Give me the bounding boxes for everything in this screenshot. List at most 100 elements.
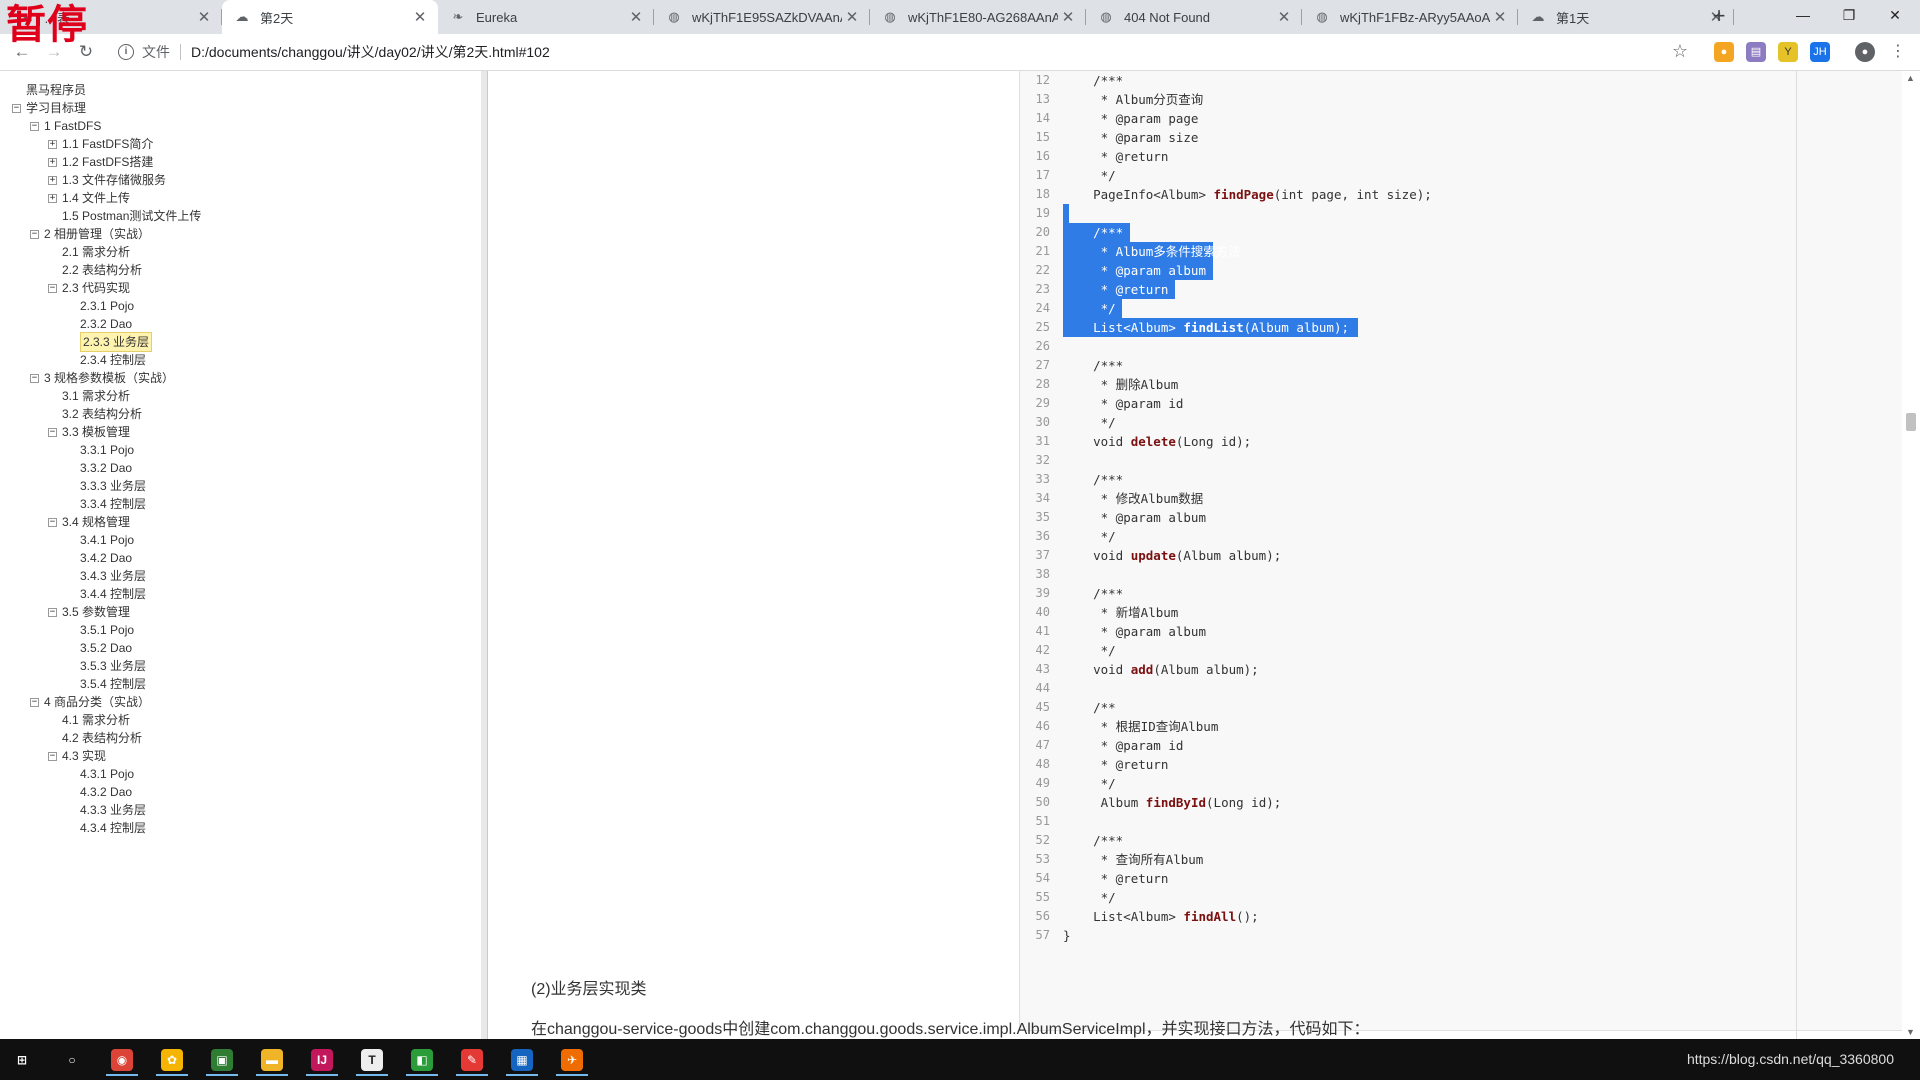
tab-close-icon[interactable]: ✕ [842, 8, 862, 26]
toc-item[interactable]: 3.5.2 Dao [66, 639, 132, 657]
tab-close-icon[interactable]: ✕ [1274, 8, 1294, 26]
toc-item[interactable]: +1.4 文件上传 [48, 189, 130, 207]
toc-item[interactable]: 2.3.3 业务层 [66, 332, 153, 352]
code-text[interactable]: * @return [1063, 147, 1169, 166]
code-text[interactable]: */ [1063, 527, 1116, 546]
new-tab-button[interactable]: + [1707, 5, 1731, 29]
code-text[interactable]: /*** [1063, 470, 1123, 489]
toc-item[interactable]: 3.5.1 Pojo [66, 621, 134, 639]
code-text[interactable]: /*** [1063, 584, 1123, 603]
expand-icon[interactable]: + [48, 175, 57, 185]
collapse-icon[interactable]: − [30, 373, 39, 383]
code-text[interactable]: * @param album [1063, 261, 1206, 280]
code-text[interactable]: Album findById(Long id); [1063, 793, 1282, 812]
browser-tab[interactable]: ◍ wKjThF1E95SAZkDVAAnA ✕ [654, 0, 870, 34]
code-text[interactable]: * Album多条件搜索方法 [1063, 242, 1241, 261]
browser-tab[interactable]: ◍ wKjThF1E80-AG268AAnA ✕ [870, 0, 1086, 34]
menu-kebab-icon[interactable]: ⋮ [1888, 42, 1908, 62]
tab-close-icon[interactable]: ✕ [194, 8, 214, 26]
minimize-button[interactable]: — [1780, 0, 1826, 30]
code-text[interactable]: /** [1063, 698, 1116, 717]
code-text[interactable]: * 根据ID查询Album [1063, 717, 1219, 736]
toc-item[interactable]: 3.1 需求分析 [48, 387, 130, 405]
code-text[interactable]: * @return [1063, 755, 1169, 774]
toc-item[interactable]: +1.2 FastDFS搭建 [48, 153, 153, 171]
green-app-taskbar-button[interactable]: ◧ [402, 1043, 442, 1076]
code-text[interactable]: * 修改Album数据 [1063, 489, 1204, 508]
tab-close-icon[interactable]: ✕ [1490, 8, 1510, 26]
scroll-down-arrow-icon[interactable]: ▼ [1906, 1027, 1915, 1037]
url-text[interactable]: D:/documents/changgou/讲义/day02/讲义/第2天.ht… [191, 42, 550, 62]
browser-tab[interactable]: ❧ Eureka ✕ [438, 0, 654, 34]
code-text[interactable]: void delete(Long id); [1063, 432, 1251, 451]
file-explorer-taskbar-button[interactable]: ▬ [252, 1043, 292, 1076]
toc-item[interactable]: 4.1 需求分析 [48, 711, 130, 729]
toc-item[interactable]: −1 FastDFS [30, 117, 101, 135]
toc-item[interactable]: −4.3 实现 [48, 747, 106, 765]
code-text[interactable]: */ [1063, 413, 1116, 432]
info-icon[interactable]: i [118, 44, 134, 60]
code-text[interactable]: * 新增Album [1063, 603, 1179, 622]
browser-tab[interactable]: ◍ 404 Not Found ✕ [1086, 0, 1302, 34]
code-text[interactable]: */ [1063, 774, 1116, 793]
toc-item[interactable]: 1.5 Postman测试文件上传 [48, 207, 201, 225]
code-text[interactable]: * 查询所有Album [1063, 850, 1204, 869]
code-text[interactable]: */ [1063, 641, 1116, 660]
browser-tab[interactable]: ☁ 第1天 ✕ [1518, 0, 1734, 34]
code-text[interactable]: void add(Album album); [1063, 660, 1259, 679]
tab-close-icon[interactable]: ✕ [410, 8, 430, 26]
toc-item[interactable]: +1.1 FastDFS简介 [48, 135, 153, 153]
toc-item[interactable]: −3.3 模板管理 [48, 423, 130, 441]
extension-2-icon[interactable]: ▤ [1746, 42, 1766, 62]
collapse-icon[interactable]: − [12, 103, 21, 113]
code-text[interactable]: /*** [1063, 831, 1123, 850]
toc-item[interactable]: 3.4.1 Pojo [66, 531, 134, 549]
code-text[interactable]: * Album分页查询 [1063, 90, 1204, 109]
expand-icon[interactable]: + [48, 193, 57, 203]
toc-item[interactable]: 3.3.2 Dao [66, 459, 132, 477]
profile-avatar-icon[interactable]: ● [1855, 42, 1875, 62]
toc-item[interactable]: 3.3.3 业务层 [66, 477, 146, 495]
toc-item[interactable]: 4.3.2 Dao [66, 783, 132, 801]
toc-item[interactable]: +1.3 文件存储微服务 [48, 171, 166, 189]
toc-item[interactable]: 2.2 表结构分析 [48, 261, 142, 279]
code-text[interactable]: * @param album [1063, 508, 1206, 527]
expand-icon[interactable]: + [48, 139, 57, 149]
collapse-icon[interactable]: − [30, 121, 39, 131]
code-text[interactable]: * @return [1063, 869, 1169, 888]
collapse-icon[interactable]: − [48, 751, 57, 761]
code-text[interactable]: PageInfo<Album> findPage(int page, int s… [1063, 185, 1432, 204]
bookmark-star-icon[interactable]: ☆ [1672, 41, 1688, 62]
intellij-idea-taskbar-button[interactable]: IJ [302, 1043, 342, 1076]
code-text[interactable]: * @return [1063, 280, 1169, 299]
screenshot-tool-taskbar-button[interactable]: ▣ [202, 1043, 242, 1076]
code-text[interactable]: */ [1063, 166, 1116, 185]
sidebar-splitter[interactable] [481, 71, 488, 1039]
toc-item[interactable]: 3.4.4 控制层 [66, 585, 146, 603]
windows-start-taskbar-button[interactable]: ⊞ [2, 1043, 42, 1076]
browser-tab[interactable]: ☁ 第2天 ✕ [222, 0, 438, 34]
toc-item[interactable]: 3.3.4 控制层 [66, 495, 146, 513]
toc-item[interactable]: −3.4 规格管理 [48, 513, 130, 531]
toc-item[interactable]: 黑马程序员 [12, 81, 86, 99]
code-text[interactable]: void update(Album album); [1063, 546, 1281, 565]
scroll-thumb[interactable] [1906, 413, 1916, 431]
code-text[interactable]: */ [1063, 299, 1116, 318]
address-bar[interactable]: i 文件 D:/documents/changgou/讲义/day02/讲义/第… [110, 38, 1688, 66]
code-text[interactable]: List<Album> findAll(); [1063, 907, 1259, 926]
code-text[interactable]: /*** [1063, 71, 1123, 90]
toc-item[interactable]: 4.3.1 Pojo [66, 765, 134, 783]
code-text[interactable]: } [1063, 926, 1071, 945]
search-taskbar-button[interactable]: ○ [52, 1043, 92, 1076]
extension-jh-icon[interactable]: JH [1810, 42, 1830, 62]
tab-close-icon[interactable]: ✕ [1058, 8, 1078, 26]
code-text[interactable]: /*** [1063, 356, 1123, 375]
toc-item[interactable]: 3.5.3 业务层 [66, 657, 146, 675]
code-text[interactable]: * @param album [1063, 622, 1206, 641]
page-scrollbar[interactable]: ▲ ▼ [1902, 71, 1920, 1039]
tab-close-icon[interactable]: ✕ [626, 8, 646, 26]
code-text[interactable]: * @param size [1063, 128, 1199, 147]
toc-item[interactable]: 2.1 需求分析 [48, 243, 130, 261]
toc-item[interactable]: −4 商品分类（实战） [30, 693, 150, 711]
restore-button[interactable]: ❐ [1826, 0, 1872, 30]
